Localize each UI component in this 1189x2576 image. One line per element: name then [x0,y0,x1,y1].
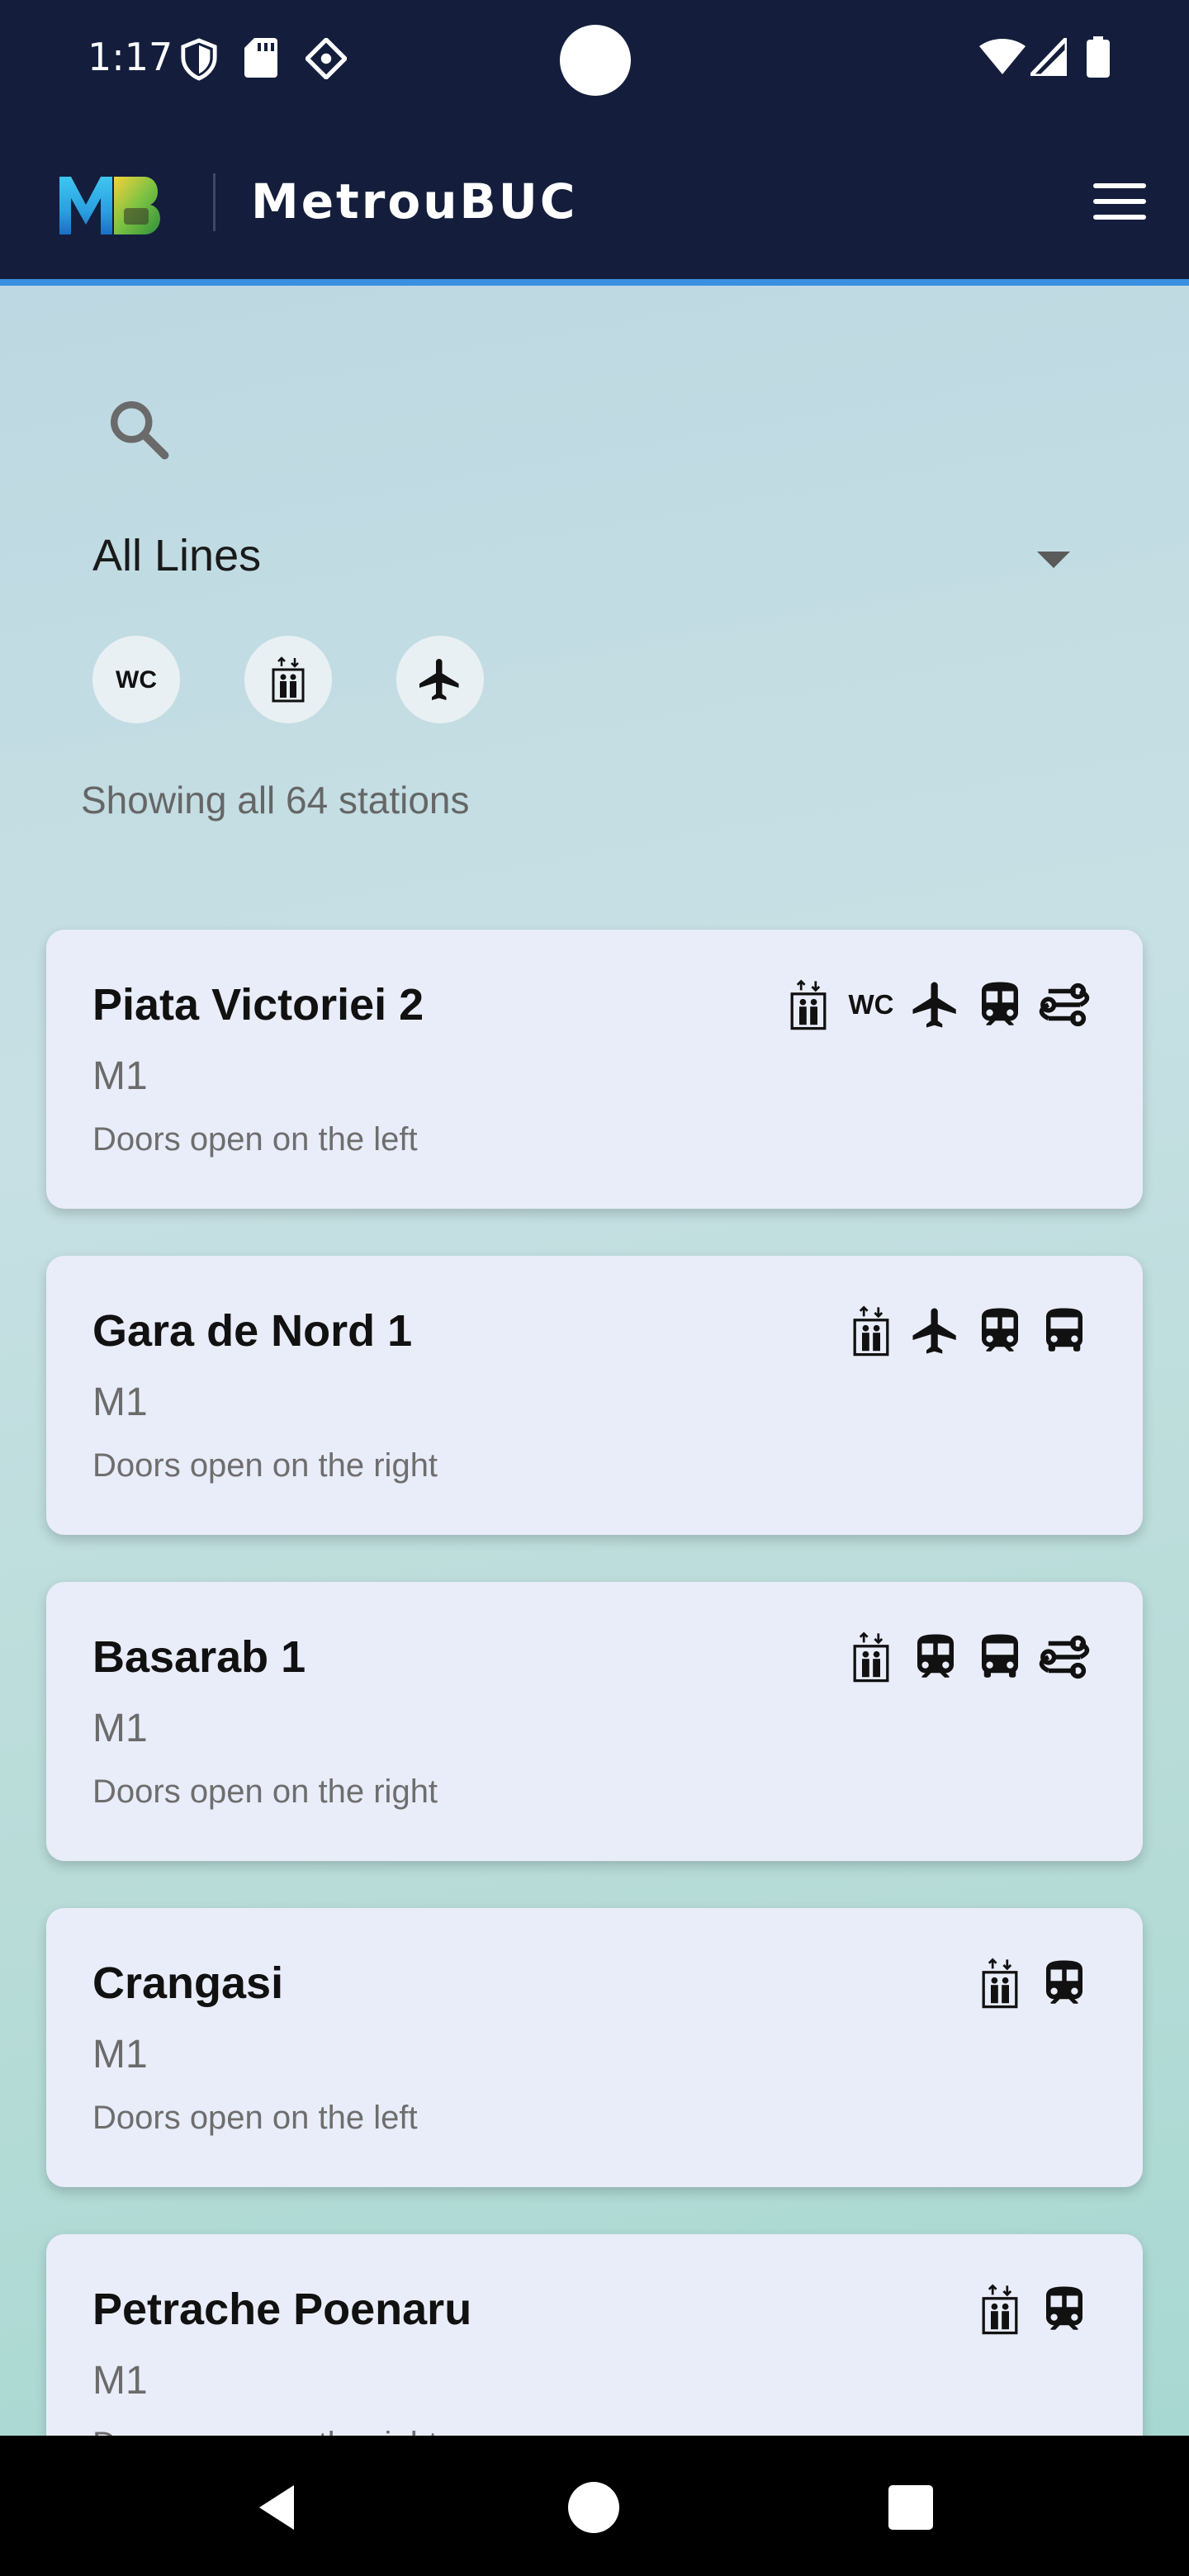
station-card[interactable]: Basarab 1 M1 Doors open on the right [46,1582,1143,1861]
back-icon[interactable] [249,2479,307,2536]
elevator-icon [781,978,836,1032]
camera-cutout [560,25,631,96]
transfer-icon [1037,978,1092,1032]
train-icon [908,1630,963,1684]
app-bar-accent-line [0,279,1189,286]
station-name: Gara de Nord 1 [92,1306,413,1356]
station-doors: Doors open on the left [92,2100,418,2136]
line-filter-dropdown[interactable]: All Lines [92,519,1075,609]
battery-icon [1087,36,1110,78]
train-icon [1037,2282,1092,2337]
recents-icon[interactable] [882,2479,940,2536]
chevron-down-icon [1037,552,1070,568]
shield-icon [181,38,217,81]
bus-icon [1037,1304,1092,1358]
app-title: MetrouBUC [251,173,578,230]
elevator-icon [844,1630,898,1684]
station-doors: Doors open on the right [92,1447,438,1484]
airplane-icon [908,1304,963,1358]
station-doors: Doors open on the right [92,1773,438,1810]
hamburger-menu-icon[interactable] [1088,177,1151,226]
signal-icon [1030,38,1067,76]
logo-divider [213,173,216,231]
station-card[interactable]: Piata Victoriei 2 M1 Doors open on the l… [46,930,1143,1209]
line-filter-value: All Lines [92,531,262,580]
station-card[interactable]: Crangasi M1 Doors open on the left [46,1908,1143,2187]
svg-text:WC: WC [849,989,894,1020]
station-name: Petrache Poenaru [92,2285,472,2334]
home-icon[interactable] [565,2479,623,2536]
wc-icon: WC [116,666,157,694]
airplane-icon [419,659,459,700]
station-line: M1 [92,1380,148,1424]
elevator-icon [973,2282,1027,2337]
elevator-icon [844,1304,898,1358]
wc-icon: WC [844,978,898,1032]
station-doors: Doors open on the left [92,1121,418,1158]
station-line: M1 [92,2033,148,2076]
wc-filter-label: WC [116,666,157,694]
elevator-filter-chip[interactable] [244,636,332,723]
wc-filter-chip[interactable]: WC [92,636,180,723]
transfer-icon [1037,1630,1092,1684]
station-name: Piata Victoriei 2 [92,980,424,1030]
train-icon [973,978,1027,1032]
station-line: M1 [92,1054,148,1098]
train-icon [973,1304,1027,1358]
airport-filter-chip[interactable] [396,636,484,723]
train-icon [1037,1956,1092,2010]
station-line: M1 [92,1707,148,1750]
app-logo [59,177,160,234]
status-bar: 1:17 [0,0,1189,117]
system-nav-bar [0,2436,1189,2576]
station-doors: Doors open on the right [92,2426,438,2436]
station-card[interactable]: Gara de Nord 1 M1 Doors open on the righ… [46,1256,1143,1535]
elevator-icon [272,656,305,703]
wifi-icon [979,39,1026,74]
station-name: Basarab 1 [92,1632,306,1682]
elevator-icon [973,1956,1027,2010]
results-count: Showing all 64 stations [81,779,470,822]
station-card[interactable]: Petrache Poenaru M1 Doors open on the ri… [46,2234,1143,2436]
station-list-screen[interactable]: All Lines WC Showing all 64 stations Pia… [0,286,1189,2436]
app-bar: MetrouBUC [0,117,1189,282]
status-time: 1:17 [88,35,173,79]
bus-icon [973,1630,1027,1684]
location-icon [306,38,347,79]
station-line: M1 [92,2359,148,2403]
airplane-icon [908,978,963,1032]
search-icon[interactable] [104,395,173,464]
sd-card-icon [244,38,277,78]
station-name: Crangasi [92,1958,284,2008]
